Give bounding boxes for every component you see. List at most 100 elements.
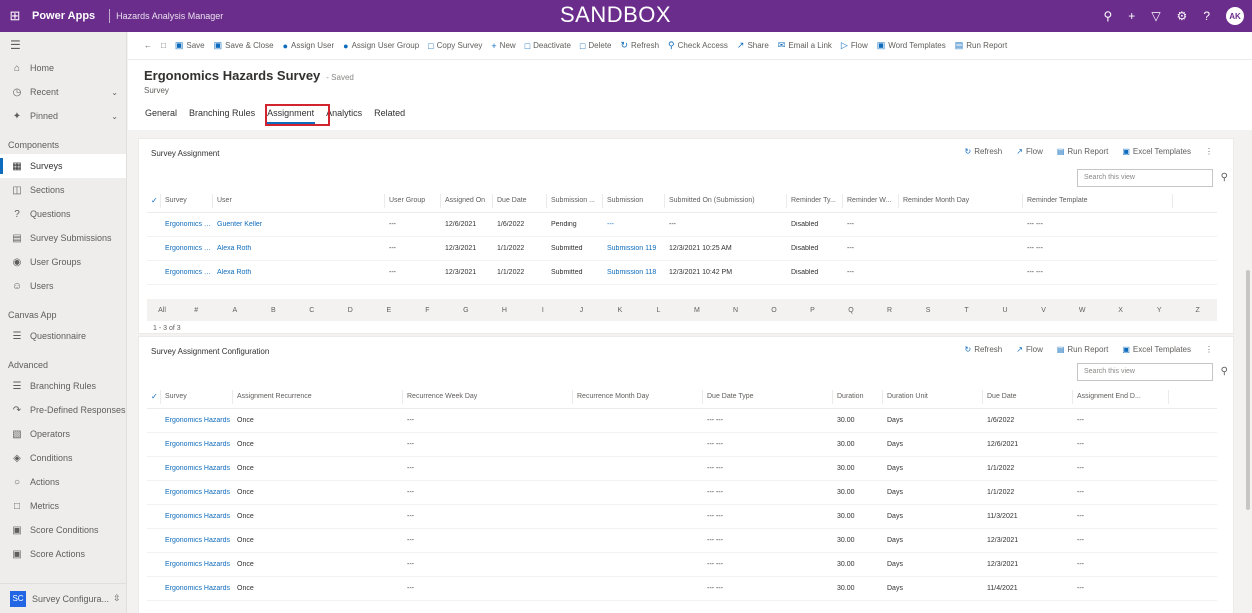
sidebar-item-user-groups[interactable]: ◉ User Groups [0, 250, 126, 274]
column-header[interactable]: Recurrence Month Day [573, 389, 703, 404]
more-icon[interactable]: ⋮ [1205, 147, 1213, 156]
jump-letter[interactable]: M [678, 307, 717, 314]
run-report-button[interactable]: ▤ Run Report [955, 40, 1007, 51]
sidebar-item-recent[interactable]: ◷ Recent ⌄ [0, 80, 126, 104]
row-link[interactable]: Ergonomics Hazards [161, 585, 233, 592]
scrollbar[interactable] [1246, 270, 1250, 510]
column-header[interactable]: Assignment End D... [1073, 389, 1169, 404]
tab-analytics[interactable]: Analytics [325, 106, 363, 124]
table-row[interactable]: Ergonomics Haz Alexa Roth --- 12/3/2021 1/1/… [147, 261, 1217, 285]
column-header[interactable]: Submission ... [547, 193, 603, 208]
jump-letter[interactable]: X [1101, 307, 1140, 314]
word-templates-button[interactable]: ▣ Word Templates [877, 40, 946, 51]
column-header[interactable]: Reminder Ty... [787, 193, 843, 208]
area-switcher[interactable]: SC Survey Configura... ⇳ [0, 583, 127, 613]
jump-letter[interactable]: W [1063, 307, 1102, 314]
jump-letter[interactable]: K [601, 307, 640, 314]
table-row[interactable]: Ergonomics Hazards Once --- --- --- 30.00 Day… [147, 409, 1217, 433]
flow-button[interactable]: ▷ Flow [841, 40, 868, 51]
new-button[interactable]: + New [491, 40, 515, 51]
sidebar-item-sections[interactable]: ◫ Sections [0, 178, 126, 202]
jump-letter[interactable]: All [147, 307, 177, 314]
sidebar-item-surveys[interactable]: ▦ Surveys [0, 154, 126, 178]
jump-letter[interactable]: H [485, 307, 524, 314]
column-header[interactable]: User [213, 193, 385, 208]
row-link[interactable]: Ergonomics Haz [161, 269, 213, 276]
column-header[interactable]: Reminder Template [1023, 193, 1173, 208]
row-link[interactable]: Ergonomics Hazards [161, 513, 233, 520]
email-a-link-button[interactable]: ✉ Email a Link [778, 40, 832, 51]
jump-letter[interactable]: J [562, 307, 601, 314]
chevron-down-icon[interactable]: ⌄ [111, 112, 118, 121]
row-link[interactable]: Alexa Roth [213, 269, 385, 276]
search-input[interactable]: Search this view ⚲ [1077, 363, 1228, 381]
environment-name[interactable]: Hazards Analysis Manager [116, 11, 276, 21]
refresh-button[interactable]: ↻ Refresh [965, 345, 1003, 354]
app-launcher-icon[interactable]: ⊞ [0, 8, 30, 24]
search-icon[interactable]: ⚲ [1221, 172, 1228, 183]
jump-letter[interactable]: A [216, 307, 255, 314]
sidebar-item-pinned[interactable]: ✦ Pinned ⌄ [0, 104, 126, 128]
sidebar-item-pre-defined-responses[interactable]: ↷ Pre-Defined Responses [0, 398, 126, 422]
jump-letter[interactable]: D [331, 307, 370, 314]
jump-letter[interactable]: P [793, 307, 832, 314]
app-name[interactable]: Power Apps [30, 10, 103, 22]
popout-icon[interactable]: □ [161, 41, 166, 50]
run-report-button[interactable]: ▤ Run Report [1057, 147, 1108, 156]
refresh-button[interactable]: ↻ Refresh [965, 147, 1003, 156]
column-header[interactable]: Due Date Type [703, 389, 833, 404]
row-link[interactable]: Alexa Roth [213, 245, 385, 252]
jump-letter[interactable]: # [177, 307, 216, 314]
select-all-checkbox[interactable]: ✓ [147, 389, 161, 404]
column-header[interactable]: User Group [385, 193, 441, 208]
add-icon[interactable]: + [1128, 9, 1135, 23]
column-header[interactable]: Due Date [983, 389, 1073, 404]
run-report-button[interactable]: ▤ Run Report [1057, 345, 1108, 354]
tab-general[interactable]: General [144, 106, 178, 124]
row-link[interactable]: Submission 118 [603, 269, 665, 276]
column-header[interactable]: Assignment Recurrence [233, 389, 403, 404]
sidebar-item-score-conditions[interactable]: ▣ Score Conditions [0, 518, 126, 542]
table-row[interactable]: Ergonomics Hazards Once --- --- --- 30.00 Day… [147, 529, 1217, 553]
jump-letter[interactable]: N [716, 307, 755, 314]
row-link[interactable]: Ergonomics Haz [161, 245, 213, 252]
flow-button[interactable]: ↗ Flow [1016, 147, 1043, 156]
jump-letter[interactable]: B [254, 307, 293, 314]
row-link[interactable]: Ergonomics Hazards [161, 537, 233, 544]
filter-icon[interactable]: ▽ [1151, 9, 1160, 23]
sidebar-item-operators[interactable]: ▧ Operators [0, 422, 126, 446]
row-link[interactable]: Ergonomics Hazards [161, 465, 233, 472]
jump-letter[interactable]: U [986, 307, 1025, 314]
search-icon[interactable]: ⚲ [1104, 9, 1113, 23]
row-link[interactable]: Ergonomics Hazards [161, 561, 233, 568]
row-link[interactable]: Ergonomics Haz [161, 221, 213, 228]
table-row[interactable]: Ergonomics Hazards Once --- --- --- 30.00 Day… [147, 433, 1217, 457]
column-header[interactable]: Assigned On [441, 193, 493, 208]
column-header[interactable]: Due Date [493, 193, 547, 208]
jump-letter[interactable]: T [947, 307, 986, 314]
row-link[interactable]: Submission 119 [603, 245, 665, 252]
table-row[interactable]: Ergonomics Hazards Once --- --- --- 30.00 Day… [147, 505, 1217, 529]
sidebar-item-questionnaire[interactable]: ☰ Questionnaire [0, 324, 126, 348]
jump-letter[interactable]: S [909, 307, 948, 314]
column-header[interactable]: Duration Unit [883, 389, 983, 404]
row-link[interactable]: --- [603, 221, 665, 228]
column-header[interactable]: Reminder W... [843, 193, 899, 208]
sidebar-item-users[interactable]: ☺ Users [0, 274, 126, 298]
jump-letter[interactable]: F [408, 307, 447, 314]
column-header[interactable]: Survey [161, 193, 213, 208]
jump-letter[interactable]: O [755, 307, 794, 314]
row-link[interactable]: Ergonomics Hazards [161, 489, 233, 496]
jump-letter[interactable]: Z [1178, 307, 1217, 314]
chevron-down-icon[interactable]: ⌄ [111, 88, 118, 97]
back-icon[interactable]: ← [144, 41, 152, 50]
column-header[interactable]: Duration [833, 389, 883, 404]
jump-letter[interactable]: Q [832, 307, 871, 314]
sidebar-item-score-actions[interactable]: ▣ Score Actions [0, 542, 126, 566]
jump-letter[interactable]: R [870, 307, 909, 314]
sidebar-item-branching-rules[interactable]: ☰ Branching Rules [0, 374, 126, 398]
more-icon[interactable]: ⋮ [1205, 345, 1213, 354]
jump-letter[interactable]: L [639, 307, 678, 314]
column-header[interactable]: Submitted On (Submission) [665, 193, 787, 208]
share-button[interactable]: ↗ Share [737, 40, 769, 51]
